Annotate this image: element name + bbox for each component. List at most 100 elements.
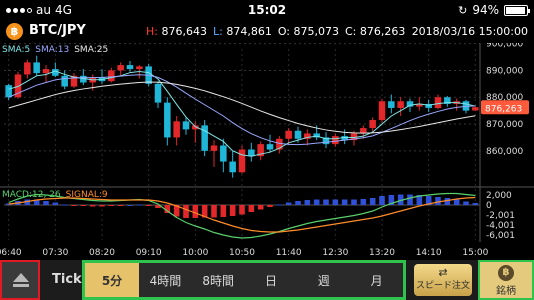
candle-body	[5, 85, 12, 98]
macd-histogram-bar	[351, 199, 357, 205]
candle-body	[369, 120, 376, 129]
clock: 15:02	[247, 3, 287, 17]
sma5-legend: SMA:5	[2, 45, 31, 55]
sma13-legend: SMA:13	[35, 45, 70, 55]
macd-histogram-bar	[304, 200, 311, 205]
candle-body	[220, 145, 227, 162]
macd-histogram-bar	[248, 205, 255, 212]
status-bar: au 4G 15:02 ↻ 94%	[0, 0, 534, 20]
candle-body	[285, 130, 292, 139]
macd-histogram-bar	[127, 205, 133, 206]
battery-area: ↻ 94%	[458, 3, 530, 17]
tick-button[interactable]: Tick	[52, 272, 82, 287]
candle-body	[154, 83, 162, 103]
macd-histogram-bar	[313, 199, 320, 205]
macd-histogram-bar	[444, 198, 451, 205]
y-tick-label: 890,000	[486, 66, 523, 76]
x-tick-label: 12:30	[322, 248, 348, 258]
macd-histogram-bar	[43, 201, 49, 205]
candle-body	[108, 70, 115, 82]
macd-histogram-bar	[341, 199, 348, 205]
x-tick-label: 10:00	[182, 248, 208, 258]
macd-y-tick-label: -2,001	[486, 211, 515, 221]
macd-histogram-bar	[323, 199, 329, 205]
high-value: 876,643	[161, 25, 207, 38]
macd-histogram-bar	[89, 205, 96, 207]
candle-body	[378, 101, 386, 121]
speed-order-button[interactable]: ⇄ スピード注文	[414, 264, 472, 296]
macd-histogram-bar	[285, 202, 292, 205]
macd-histogram-bar	[108, 205, 115, 206]
macd-histogram-bar	[61, 204, 68, 206]
bitcoin-icon: ฿	[6, 23, 23, 40]
x-tick-label: 11:40	[276, 248, 302, 258]
close-label: C:	[345, 25, 357, 38]
macd-histogram-bar	[360, 199, 367, 205]
macd-histogram-bar	[52, 202, 59, 205]
macd-histogram-bar	[463, 201, 469, 205]
macd-histogram-bar	[295, 201, 301, 205]
timeframe-tab[interactable]: 週	[297, 263, 350, 297]
timeframe-tab[interactable]: 8時間	[192, 263, 245, 297]
macd-histogram-bar	[192, 205, 199, 218]
macd-histogram-bar	[267, 205, 273, 207]
collapse-toolbar-button[interactable]	[0, 260, 40, 300]
macd-y-tick-label: -4,001	[486, 221, 515, 231]
x-tick-label: 15:00	[462, 248, 488, 258]
timeframe-tab[interactable]: 5分	[85, 263, 139, 297]
battery-percent: 94%	[472, 3, 499, 17]
symbol-button[interactable]: ฿ 銘柄	[478, 260, 534, 300]
macd-histogram-bar	[369, 198, 376, 205]
open-value: 875,073	[293, 25, 340, 38]
timeframe-tab[interactable]: 4時間	[139, 263, 192, 297]
candle-body	[210, 145, 218, 151]
ohlc-readout: H: 876,643 L: 874,861 O: 875,073 C: 876,…	[146, 25, 405, 38]
macd-histogram-bar	[407, 194, 413, 205]
y-tick-label: 860,000	[486, 147, 523, 157]
low-label: L:	[212, 25, 223, 38]
macd-y-tick-label: 2,000	[486, 191, 512, 201]
macd-histogram-bar	[257, 205, 264, 210]
chart-header: ฿ BTC/JPY H: 876,643 L: 874,861 O: 875,0…	[0, 21, 534, 43]
candle-body	[164, 102, 171, 138]
high-label: H:	[146, 25, 158, 38]
macd-histogram-bar	[136, 204, 143, 206]
candle-body	[182, 121, 190, 130]
candle-body	[117, 65, 124, 71]
macd-histogram-bar	[99, 205, 105, 207]
timeframe-tab[interactable]: 月	[350, 263, 403, 297]
macd-histogram-bar	[229, 205, 236, 216]
macd-histogram-bar	[145, 205, 152, 206]
x-tick-label: 10:50	[229, 248, 255, 258]
macd-histogram-bar	[220, 205, 227, 217]
x-tick-label: 08:20	[89, 248, 115, 258]
sma25-legend: SMA:25	[74, 45, 109, 55]
macd-histogram-bar	[183, 205, 189, 218]
eject-icon-bar	[13, 284, 29, 287]
timeframe-tab[interactable]: 日	[245, 263, 298, 297]
chart-canvas[interactable]: 900,000890,000880,000870,000860,00006:40…	[0, 43, 534, 260]
macd-histogram-bar	[379, 196, 385, 205]
macd-histogram-bar	[117, 205, 124, 206]
signal-legend-label: SIGNAL:9	[65, 190, 108, 200]
symbol-label: 銘柄	[496, 286, 516, 297]
candle-body	[294, 130, 302, 139]
candle-body	[33, 62, 40, 74]
macd-histogram-bar	[239, 205, 245, 215]
candle-body	[52, 69, 59, 76]
x-tick-label: 13:20	[369, 248, 395, 258]
last-price-label: 876,263	[485, 104, 522, 114]
candle-body	[42, 69, 50, 74]
y-tick-label: 900,000	[486, 43, 523, 50]
x-tick-label: 09:10	[136, 248, 162, 258]
rotation-lock-icon: ↻	[458, 3, 468, 17]
price-chart[interactable]: 900,000890,000880,000870,000860,00006:40…	[0, 43, 534, 260]
macd-y-tick-label: 0	[486, 201, 492, 211]
macd-histogram-bar	[435, 197, 441, 205]
macd-histogram-bar	[472, 203, 479, 205]
open-label: O:	[277, 25, 290, 38]
close-value: 876,263	[359, 25, 406, 38]
macd-y-tick-label: -6,001	[486, 231, 515, 241]
candle-body	[173, 121, 180, 138]
pair-name[interactable]: BTC/JPY	[29, 23, 86, 38]
